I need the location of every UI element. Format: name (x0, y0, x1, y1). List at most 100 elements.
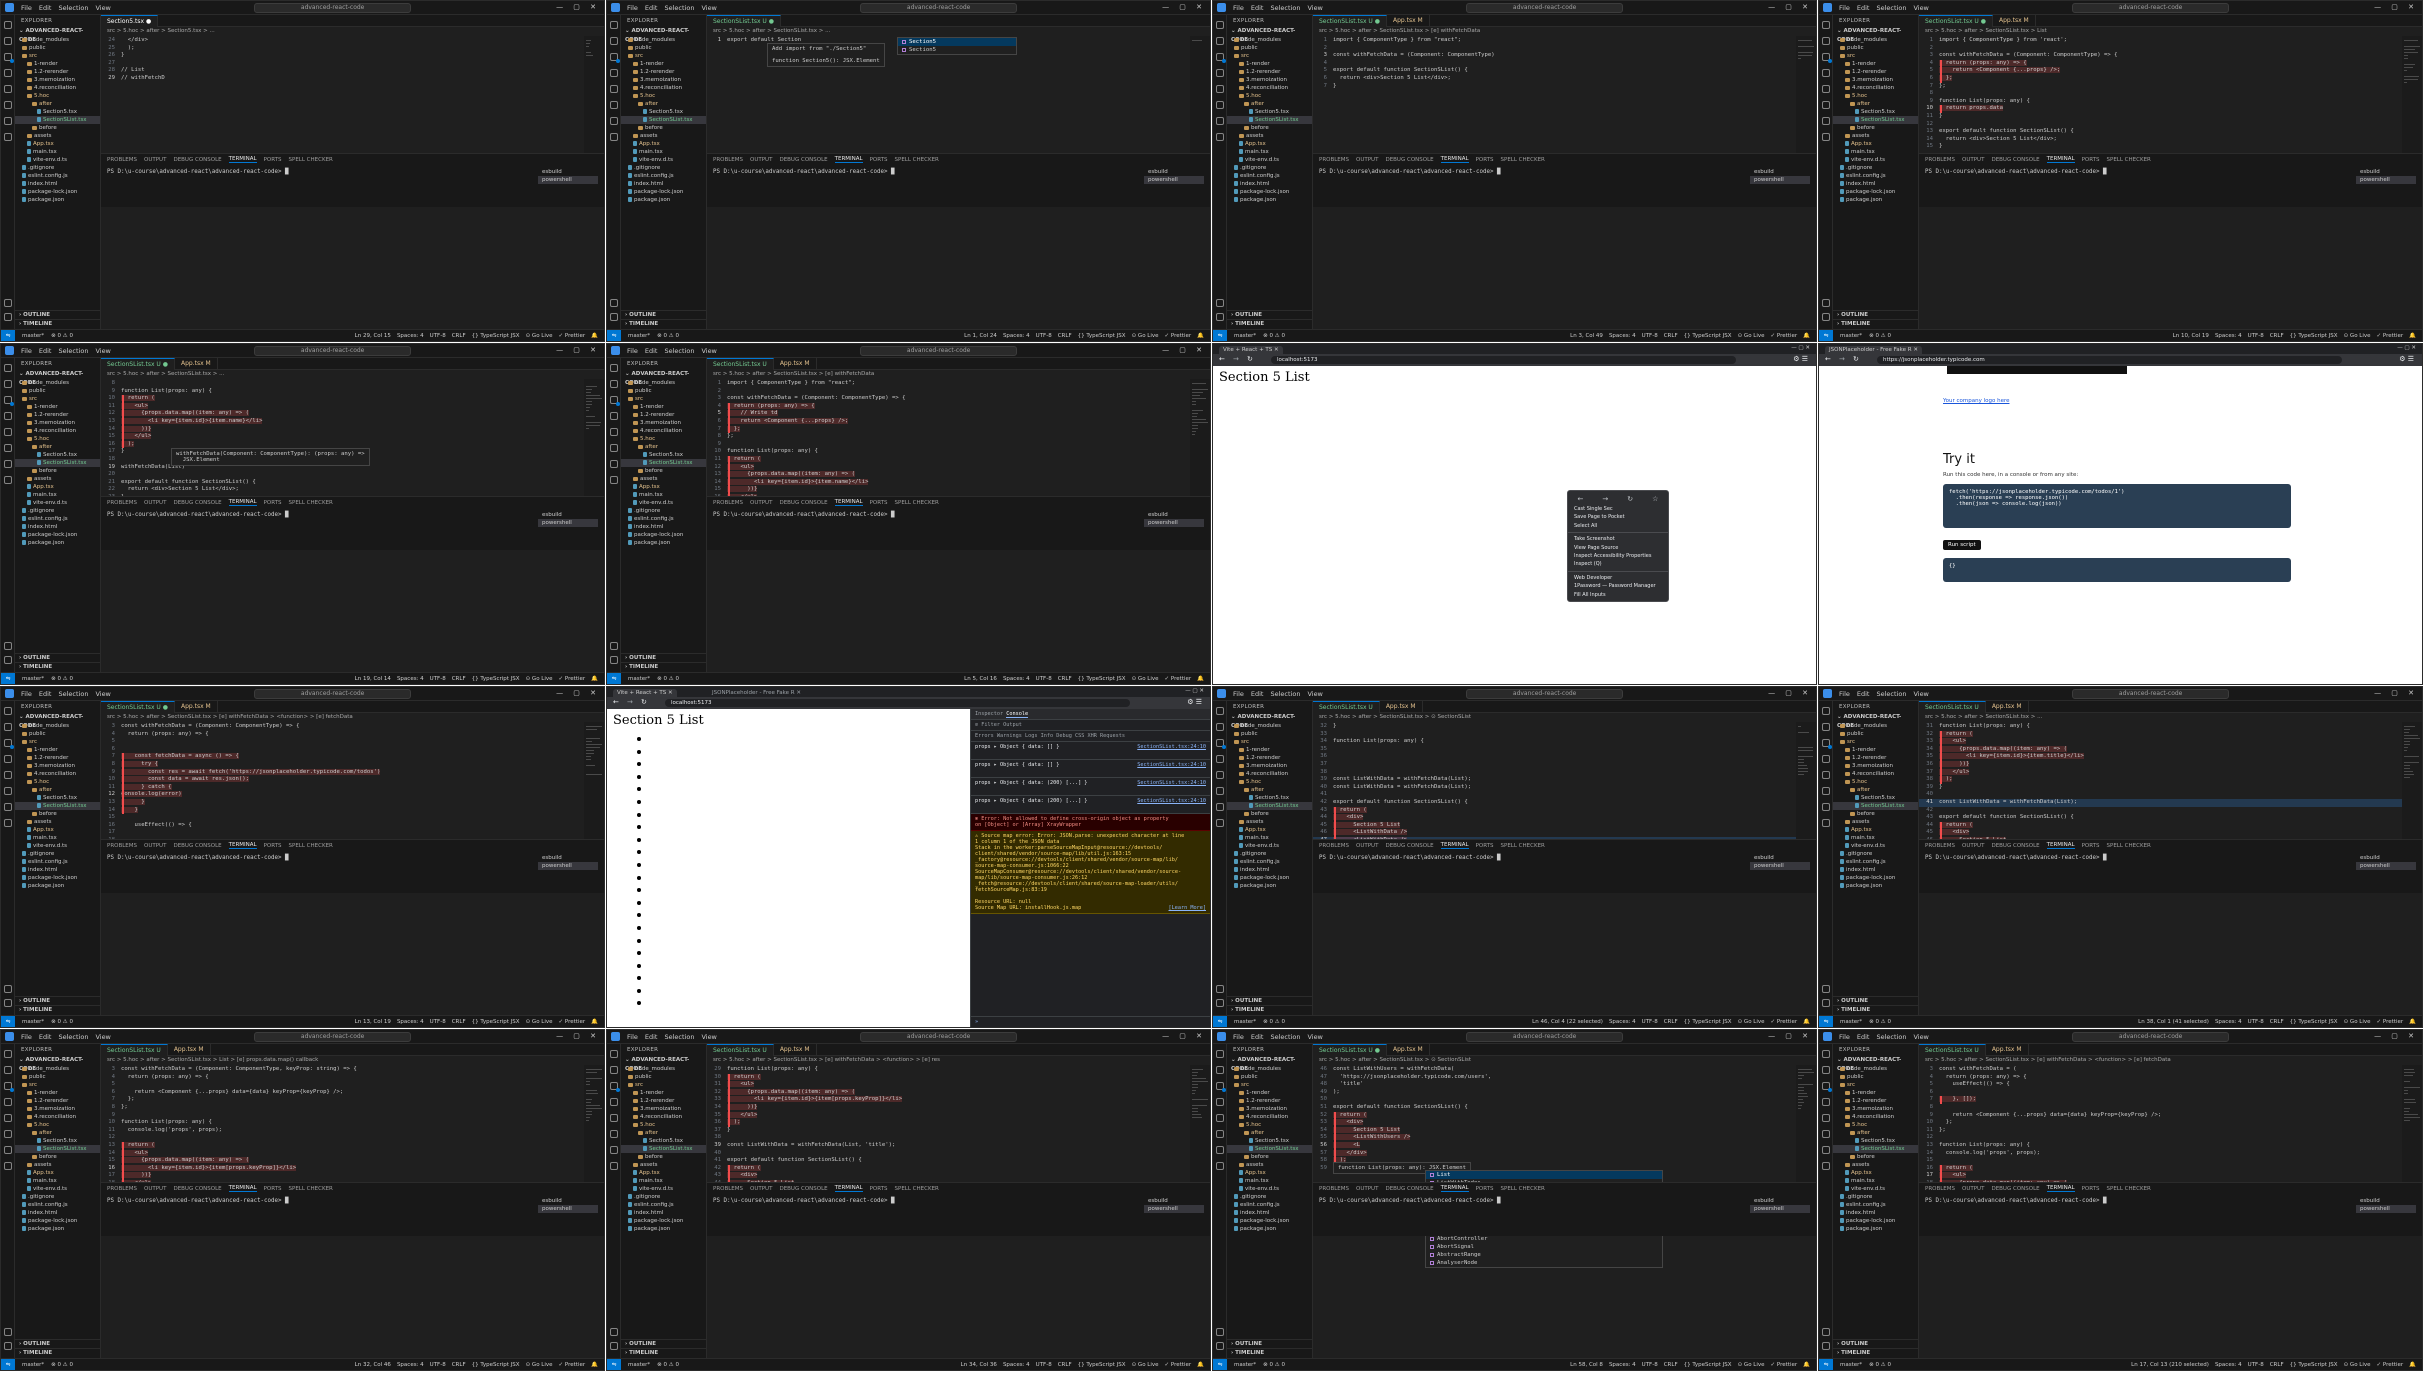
status-item[interactable]: ⊙ Go Live (526, 1019, 553, 1025)
remote-explorer-icon[interactable] (610, 444, 618, 452)
editor-tab[interactable]: SectionSList.tsx U ● (1919, 15, 1993, 27)
status-item[interactable]: {} TypeScript JSX (472, 1019, 520, 1025)
panel-tab-output[interactable]: OUTPUT (1962, 1186, 1984, 1192)
account-icon[interactable] (1822, 299, 1830, 307)
extensions-icon[interactable] (610, 1114, 618, 1122)
tree-item-3-memoization[interactable]: 3.memoization (15, 76, 100, 84)
tree-item-sectionslist-tsx[interactable]: SectionSList.tsx (15, 802, 100, 810)
tree-item-vite-env-d-ts[interactable]: vite-env.d.ts (15, 842, 100, 850)
code-line[interactable]: 32 return ( (1919, 730, 2422, 739)
tree-item-index-html[interactable]: index.html (1833, 1209, 1918, 1217)
window-controls-icon[interactable]: — ▢ ✕ (2397, 345, 2416, 351)
code-line[interactable]: 2 (1313, 45, 1816, 53)
devtools-tab-inspector[interactable]: Inspector (975, 711, 1006, 717)
panel-tab-spell-checker[interactable]: SPELL CHECKER (2107, 157, 2151, 163)
code-line[interactable]: 37 </ul> (1919, 768, 2422, 777)
command-center-search[interactable]: advanced-react-code (1466, 1032, 1624, 1042)
code-line[interactable]: 13 export default function SectionSList()… (1919, 128, 2422, 136)
panel-tab-problems[interactable]: PROBLEMS (713, 157, 743, 163)
settings-gear-icon[interactable] (1822, 999, 1830, 1007)
status-item[interactable]: ✓ Prettier (559, 333, 586, 339)
code-line[interactable]: 34 ))} (707, 1103, 1210, 1112)
menu-view[interactable]: View (95, 1033, 110, 1041)
menu-selection[interactable]: Selection (1876, 690, 1906, 698)
tree-item-after[interactable]: after (621, 443, 706, 451)
status-item[interactable]: ✓ Prettier (559, 1019, 586, 1025)
tree-item-1-2-rerender[interactable]: 1.2-rerender (15, 1097, 100, 1105)
panel-tab-problems[interactable]: PROBLEMS (107, 1186, 137, 1192)
code-line[interactable]: 3 const withFetchData = (Component: Compo… (101, 1066, 604, 1074)
tree-item-assets[interactable]: assets (621, 1161, 706, 1169)
level-filter[interactable]: Requests (1100, 733, 1125, 739)
code-line[interactable]: 51 export default function SectionSList()… (1313, 1104, 1816, 1112)
tree-item-package-json[interactable]: package.json (15, 1225, 100, 1233)
docker-icon[interactable] (1216, 133, 1224, 141)
remote-explorer-icon[interactable] (610, 101, 618, 109)
tree-item-before[interactable]: before (1227, 1153, 1312, 1161)
git-branch[interactable]: master* (628, 676, 650, 682)
code-line[interactable]: 12 {props.data.map((item: any) => ( (101, 410, 604, 418)
code-line[interactable]: 24 </div> (101, 37, 604, 45)
tree-item-vite-env-d-ts[interactable]: vite-env.d.ts (1227, 842, 1312, 850)
cursor-position[interactable]: Ln 58, Col 8 (1570, 1362, 1603, 1368)
breadcrumb[interactable]: src > 5.hoc > after > SectionSList.tsx >… (1313, 713, 1816, 722)
panel-tab-terminal[interactable]: TERMINAL (228, 1185, 257, 1192)
status-item[interactable]: UTF-8 (2248, 333, 2264, 339)
tree-item-vite-env-d-ts[interactable]: vite-env.d.ts (15, 499, 100, 507)
tree-item-4-reconciliation[interactable]: 4.reconciliation (15, 1113, 100, 1121)
status-item[interactable]: UTF-8 (1642, 333, 1658, 339)
tree-item-3-memoization[interactable]: 3.memoization (15, 1105, 100, 1113)
terminal-prompt[interactable]: PS D:\u-course\advanced-react\advanced-r… (101, 1198, 604, 1204)
settings-gear-icon[interactable] (1216, 999, 1224, 1007)
menu-selection[interactable]: Selection (1270, 690, 1300, 698)
code-line[interactable]: 2 (1919, 45, 2422, 53)
settings-gear-icon[interactable] (1216, 313, 1224, 321)
source-link[interactable]: SectionSList.tsx:24:10 (1137, 744, 1206, 750)
problems-count[interactable]: ⊗ 0 ⚠ 0 (51, 1019, 73, 1025)
panel-tab-terminal[interactable]: TERMINAL (834, 499, 863, 506)
tree-item-1-2-rerender[interactable]: 1.2-rerender (1833, 1097, 1918, 1105)
tree-item-section5-tsx[interactable]: Section5.tsx (15, 451, 100, 459)
status-item[interactable]: Spaces: 4 (2215, 333, 2242, 339)
project-root[interactable]: ⌄ ADVANCED-REACT-CODE (15, 370, 100, 386)
status-item[interactable]: CRLF (1664, 1362, 1678, 1368)
status-item[interactable]: ⊙ Go Live (2344, 333, 2371, 339)
menu-edit[interactable]: Edit (645, 4, 658, 12)
tree-item-vite-env-d-ts[interactable]: vite-env.d.ts (1227, 156, 1312, 164)
code-line[interactable]: 4 (1313, 60, 1816, 68)
cursor-position[interactable]: Ln 34, Col 36 (961, 1362, 997, 1368)
console-log[interactable]: SectionSList.tsx:24:10 props ▸ Object { d… (971, 778, 1210, 796)
status-item[interactable]: ✓ Prettier (2377, 1362, 2404, 1368)
tree-item-sectionslist-tsx[interactable]: SectionSList.tsx (621, 1145, 706, 1153)
editor-tab[interactable]: App.tsx M (774, 358, 817, 370)
code-line[interactable]: 42 (1919, 807, 2422, 815)
tree-item-before[interactable]: before (1833, 810, 1918, 818)
notifications-bell-icon[interactable]: 🔔 (1197, 1362, 1204, 1368)
account-icon[interactable] (610, 1328, 618, 1336)
tree-item-section5-tsx[interactable]: Section5.tsx (621, 1137, 706, 1145)
code-line[interactable]: 9 (707, 441, 1210, 449)
tree-item-before[interactable]: before (621, 467, 706, 475)
code-line[interactable]: 17 (101, 829, 604, 837)
run-debug-icon[interactable] (1822, 755, 1830, 763)
code-line[interactable]: 5 (101, 738, 604, 746)
menu-selection[interactable]: Selection (1876, 4, 1906, 12)
panel-tab-debug-console[interactable]: DEBUG CONSOLE (173, 157, 221, 163)
code-line[interactable]: 3 const withFetchData = (Component: Compo… (707, 395, 1210, 403)
tree-item-1-2-rerender[interactable]: 1.2-rerender (15, 754, 100, 762)
code-line[interactable]: 40 (1919, 791, 2422, 799)
panel-tab-spell-checker[interactable]: SPELL CHECKER (1501, 1186, 1545, 1192)
terminal-item-esbuild[interactable]: esbuild (1144, 511, 1204, 519)
code-line[interactable]: 13 } (101, 798, 604, 807)
outline-section[interactable]: › OUTLINE (1227, 310, 1312, 319)
tree-item-4-reconciliation[interactable]: 4.reconciliation (1833, 1113, 1918, 1121)
tree-item-4-reconciliation[interactable]: 4.reconciliation (15, 84, 100, 92)
tree-item-assets[interactable]: assets (1227, 1161, 1312, 1169)
code-line[interactable]: 11 } catch { (101, 783, 604, 792)
tree-item-section5-tsx[interactable]: Section5.tsx (1227, 794, 1312, 802)
code-line[interactable]: 36 ))} (1919, 760, 2422, 769)
tree-item-main-tsx[interactable]: main.tsx (1227, 148, 1312, 156)
tree-item-public[interactable]: public (621, 44, 706, 52)
cursor-position[interactable]: Ln 46, Col 4 (22 selected) (1532, 1019, 1603, 1025)
status-item[interactable]: ⊙ Go Live (526, 676, 553, 682)
